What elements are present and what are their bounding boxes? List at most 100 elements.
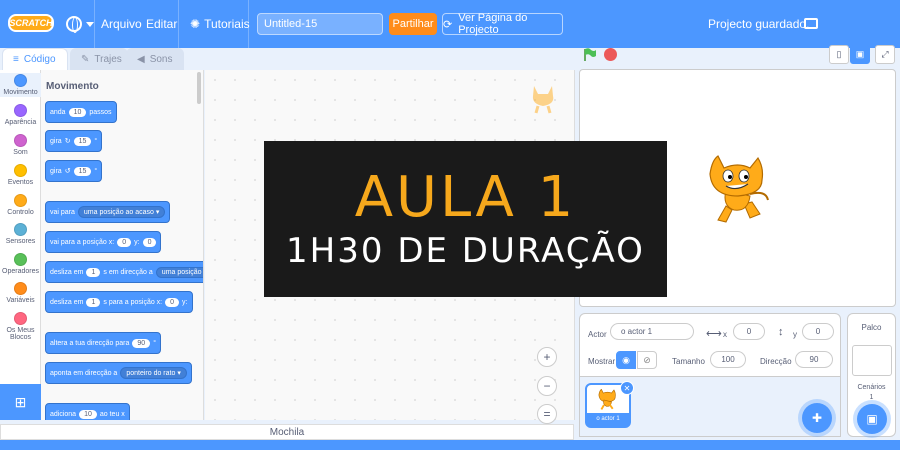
block-input[interactable]: 10 — [68, 107, 87, 117]
block-dropdown[interactable]: uma posição ao acaso ▾ — [77, 206, 166, 218]
hide-sprite-button[interactable]: ⊘ — [637, 351, 657, 369]
large-stage-button[interactable]: ▣ — [850, 45, 870, 64]
green-flag-icon[interactable] — [583, 48, 597, 61]
block-text: s em direcção a — [103, 268, 153, 276]
y-input[interactable]: 0 — [802, 323, 834, 340]
block-turn-left[interactable]: gira ↺ 15 ° — [45, 160, 103, 182]
block-text: aponta em direcção a — [50, 369, 118, 377]
block-input[interactable]: 0 — [165, 297, 180, 307]
sprite-name-label: Actor — [588, 330, 607, 339]
category-label: Os Meus Blocos — [6, 327, 35, 341]
block-text: ° — [94, 137, 98, 145]
block-point-direction[interactable]: altera a tua direcção para 90 ° — [45, 332, 161, 354]
project-title-input[interactable]: Untitled-15 — [257, 13, 383, 35]
dropdown-value: uma posição ao acaso — [83, 209, 154, 216]
block-text: anda — [50, 108, 66, 116]
category-events[interactable]: Eventos — [0, 164, 41, 186]
category-motion[interactable]: Movimento — [0, 73, 41, 97]
lightbulb-icon: ✺ — [190, 17, 201, 31]
block-glide-to-xy[interactable]: desliza em 1 s para a posição x: 0 y: — [45, 291, 193, 313]
block-glide-to[interactable]: desliza em 1 s em direcção a uma posição — [45, 261, 203, 283]
backdrops-count: 1 — [869, 394, 874, 401]
block-move-steps[interactable]: anda 10 passos — [45, 101, 117, 123]
tab-code-label: Código — [23, 54, 56, 65]
size-input[interactable]: 100 — [710, 351, 746, 368]
backpack-bar[interactable]: Mochila — [0, 424, 574, 440]
zoom-reset-button[interactable]: = — [537, 404, 557, 424]
dropdown-value: ponteiro do rato — [126, 370, 176, 377]
block-input[interactable]: 1 — [86, 297, 101, 307]
code-icon: ≡ — [13, 54, 19, 65]
zoom-in-button[interactable]: + — [537, 347, 557, 367]
tutorials-menu[interactable]: ✺ Tutoriais — [190, 0, 250, 48]
scratch-logo[interactable]: SCRATCH — [8, 14, 54, 32]
block-text: adiciona — [50, 410, 77, 418]
rotate-left-icon: ↺ — [64, 168, 71, 175]
tab-sounds[interactable]: ◀ Sons — [126, 48, 184, 70]
zoom-out-button[interactable]: − — [537, 376, 557, 396]
palette-scrollbar[interactable] — [197, 72, 201, 104]
save-status: Projecto guardado. — [708, 17, 810, 31]
see-project-page-button[interactable]: ⟳ Ver Página do Projecto — [442, 12, 563, 36]
sprite-name-input[interactable]: o actor 1 — [610, 323, 694, 340]
direction-input[interactable]: 90 — [795, 351, 833, 368]
file-menu[interactable]: Arquivo — [101, 0, 142, 48]
sprite-thumbnail-icon — [532, 86, 554, 114]
tab-costumes-label: Trajes — [94, 54, 122, 65]
block-input[interactable]: 15 — [73, 166, 92, 176]
category-looks[interactable]: Aparência — [0, 104, 41, 126]
block-turn-right[interactable]: gira ↻ 15 ° — [45, 130, 103, 152]
y-label: y — [793, 330, 797, 339]
show-sprite-button[interactable]: ◉ — [616, 351, 636, 369]
rotate-right-icon: ↻ — [64, 138, 71, 145]
x-input[interactable]: 0 — [733, 323, 765, 340]
category-control[interactable]: Controlo — [0, 194, 41, 216]
block-go-to-xy[interactable]: vai para a posição x: 0 y: 0 — [45, 231, 162, 253]
add-extension-button[interactable]: ⊞ — [0, 384, 41, 420]
small-stage-button[interactable]: ▯ — [829, 45, 849, 64]
language-menu[interactable] — [66, 0, 94, 48]
sprite-card-name: o actor 1 — [587, 413, 629, 426]
lesson-banner: AULA 1 1H30 DE DURAÇÃO — [264, 141, 667, 297]
choose-backdrop-button[interactable]: ▣ — [857, 404, 887, 434]
block-text: gira — [50, 137, 62, 145]
extension-icon: ⊞ — [14, 393, 27, 410]
category-operators[interactable]: Operadores — [0, 253, 41, 275]
block-change-x[interactable]: adiciona 10 ao teu x — [45, 403, 130, 420]
banner-title: AULA 1 — [354, 165, 577, 230]
block-dropdown[interactable]: ponteiro do rato ▾ — [120, 367, 187, 379]
choose-sprite-button[interactable]: ✚ — [802, 403, 832, 433]
category-variables[interactable]: Variáveis — [0, 282, 41, 304]
horizontal-arrows-icon: ⟷ — [706, 328, 722, 340]
block-text: passos — [89, 108, 112, 116]
block-go-to[interactable]: vai para uma posição ao acaso ▾ — [45, 201, 171, 223]
block-text: gira — [50, 167, 62, 175]
block-input[interactable]: 0 — [117, 237, 132, 247]
caret-down-icon — [86, 21, 94, 27]
block-point-towards[interactable]: aponta em direcção a ponteiro do rato ▾ — [45, 362, 192, 384]
image-add-icon: ▣ — [866, 412, 878, 426]
block-input[interactable]: 15 — [73, 136, 92, 146]
block-input[interactable]: 10 — [79, 409, 97, 419]
tab-code[interactable]: ≡ Código — [2, 48, 68, 70]
fullscreen-button[interactable]: ⤢ — [875, 45, 895, 64]
category-dot-icon — [14, 223, 27, 236]
globe-icon — [66, 16, 82, 33]
category-dot-icon — [14, 74, 27, 87]
stop-icon[interactable] — [604, 48, 617, 61]
category-sound[interactable]: Som — [0, 134, 41, 156]
block-input[interactable]: 1 — [86, 267, 101, 277]
category-dot-icon — [14, 253, 27, 266]
category-sensing[interactable]: Sensores — [0, 223, 41, 245]
block-text: altera a tua direcção para — [50, 339, 130, 347]
block-dropdown[interactable]: uma posição — [155, 266, 203, 278]
category-my-blocks[interactable]: Os Meus Blocos — [0, 312, 41, 341]
folder-icon[interactable] — [804, 18, 818, 29]
edit-menu[interactable]: Editar — [146, 0, 177, 48]
block-input[interactable]: 0 — [142, 237, 157, 247]
tab-costumes[interactable]: ✎ Trajes — [70, 48, 128, 70]
category-label: Variáveis — [6, 297, 35, 304]
share-button[interactable]: Partilhar — [389, 13, 437, 35]
delete-sprite-button[interactable]: ✕ — [620, 381, 634, 395]
block-input[interactable]: 90 — [132, 338, 151, 348]
